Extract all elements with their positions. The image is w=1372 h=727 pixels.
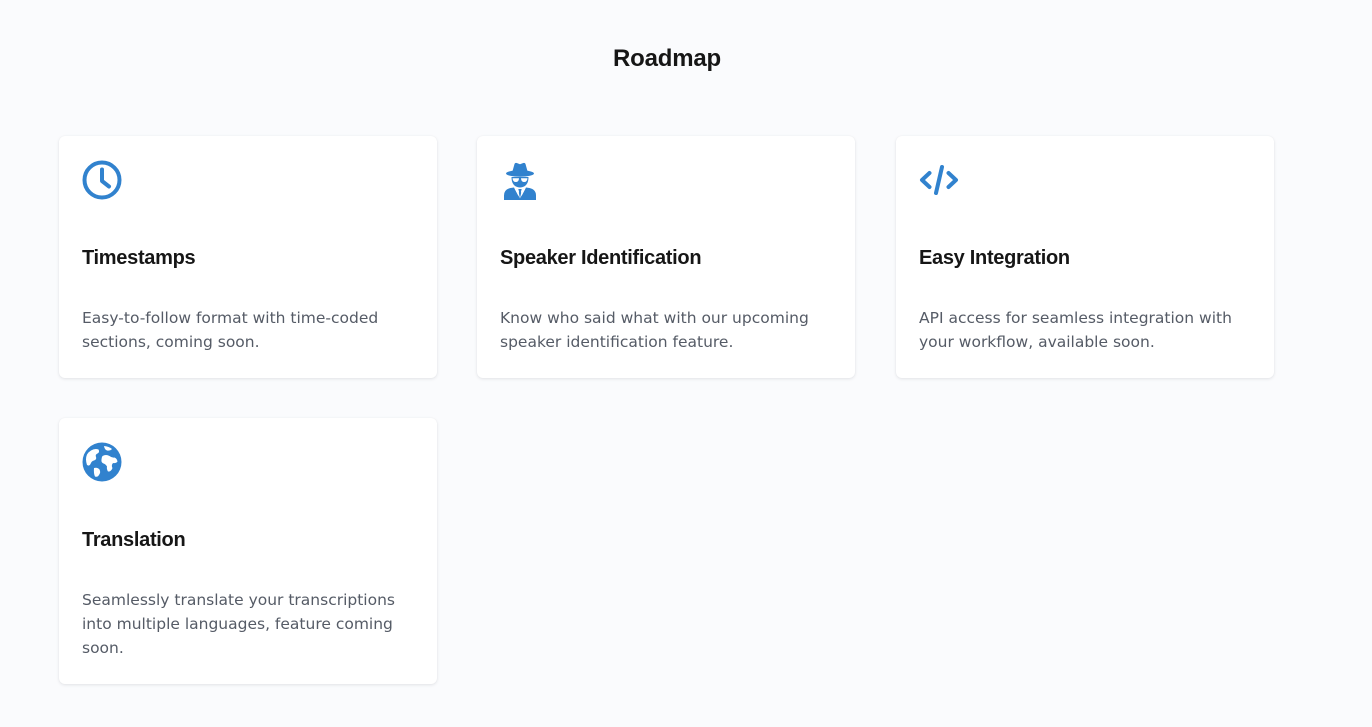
feature-card-speaker-identification: Speaker Identification Know who said wha…: [477, 136, 855, 378]
user-secret-icon: [500, 160, 540, 200]
code-icon: [919, 160, 959, 200]
feature-description: Seamlessly translate your transcriptions…: [82, 591, 395, 657]
feature-description: API access for seamless integration with…: [919, 309, 1232, 351]
clock-icon: [82, 160, 122, 200]
feature-title: Speaker Identification: [500, 247, 702, 269]
page-title: Roadmap: [613, 45, 721, 72]
feature-card-timestamps: Timestamps Easy-to-follow format with ti…: [59, 136, 437, 378]
feature-card-translation: Translation Seamlessly translate your tr…: [59, 418, 437, 684]
feature-title: Timestamps: [82, 247, 196, 269]
feature-card-easy-integration: Easy Integration API access for seamless…: [896, 136, 1274, 378]
feature-title: Easy Integration: [919, 247, 1070, 269]
globe-icon: [82, 442, 122, 482]
feature-description: Know who said what with our upcoming spe…: [500, 309, 809, 351]
feature-description: Easy-to-follow format with time-coded se…: [82, 309, 379, 351]
feature-title: Translation: [82, 529, 186, 551]
